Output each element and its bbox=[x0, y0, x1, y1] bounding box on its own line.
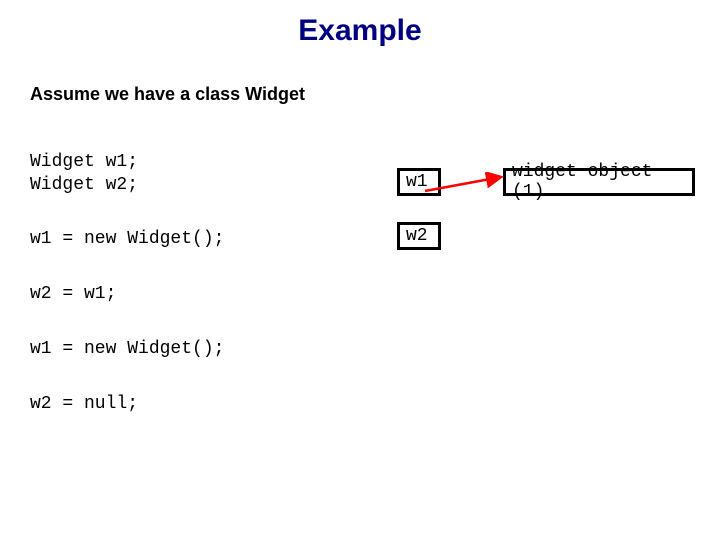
slide-title: Example bbox=[0, 14, 720, 48]
code-stmt-3: w1 = new Widget(); bbox=[30, 338, 224, 361]
code-decl-w1: Widget w1; bbox=[30, 151, 138, 174]
ref-box-w2: w2 bbox=[397, 222, 441, 250]
code-decl-w2: Widget w2; bbox=[30, 174, 138, 197]
code-stmt-1: w1 = new Widget(); bbox=[30, 228, 224, 251]
object-box: widget object (1) bbox=[503, 168, 695, 196]
slide: Example Assume we have a class Widget Wi… bbox=[0, 0, 720, 540]
assume-text: Assume we have a class Widget bbox=[30, 84, 305, 105]
ref-box-w1: w1 bbox=[397, 168, 441, 196]
pointer-arrow-icon bbox=[0, 0, 720, 540]
code-stmt-4: w2 = null; bbox=[30, 393, 138, 416]
code-stmt-2: w2 = w1; bbox=[30, 283, 116, 306]
